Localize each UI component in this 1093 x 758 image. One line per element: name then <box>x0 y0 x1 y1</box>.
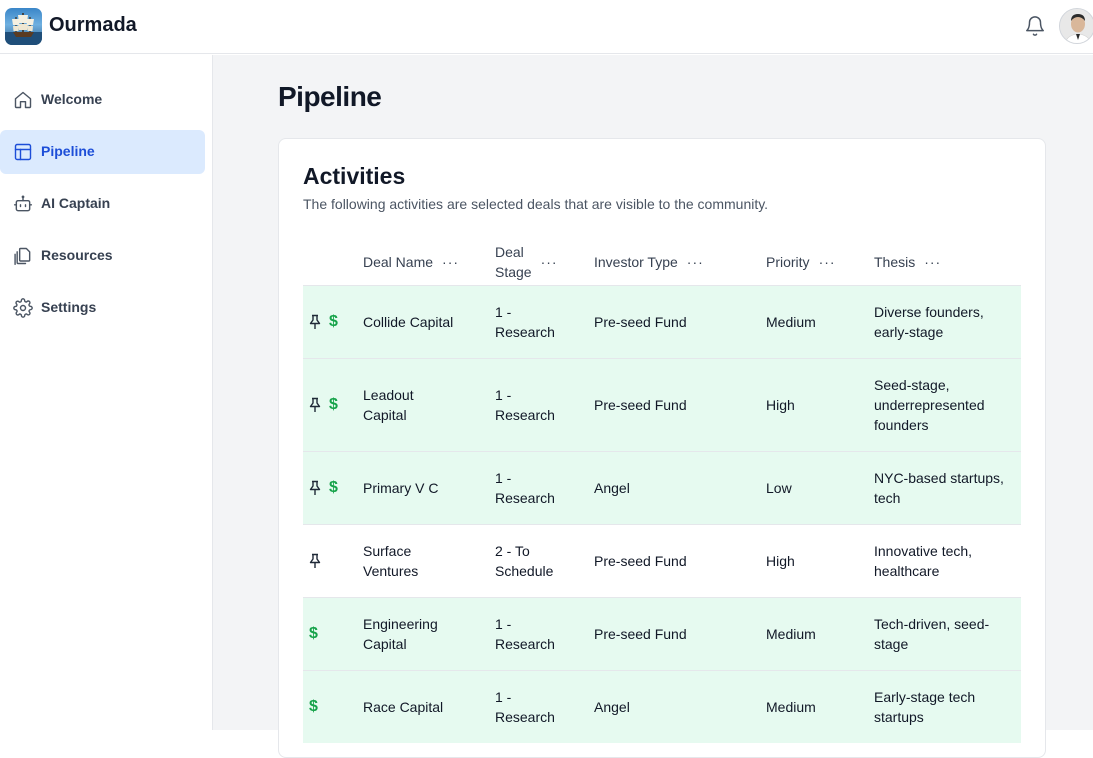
column-menu-icon[interactable]: ··· <box>687 254 704 270</box>
column-menu-icon[interactable]: ··· <box>541 252 558 272</box>
priority: Low <box>766 480 792 496</box>
thesis: Seed-stage, underrepresented founders <box>874 377 985 433</box>
thesis: Diverse founders, early-stage <box>874 304 984 340</box>
column-menu-icon[interactable]: ··· <box>924 254 941 270</box>
brand-name: Ourmada <box>49 14 137 36</box>
sidebar-item-label: Pipeline <box>41 143 95 159</box>
column-header-priority[interactable]: Priority ··· <box>766 241 836 283</box>
deal-name: Surface Ventures <box>363 543 419 579</box>
column-header-label: Deal Name <box>363 254 434 270</box>
thesis: Early-stage tech startups <box>874 689 976 725</box>
priority: Medium <box>766 314 816 330</box>
deal-name: Leadout Capital <box>363 387 414 423</box>
table-row[interactable]: $ Primary V C 1 - Research Angel Low NYC… <box>303 451 1021 524</box>
dollar-icon: $ <box>309 625 318 642</box>
deal-name: Race Capital <box>363 699 444 715</box>
investor-type: Pre-seed Fund <box>594 314 687 330</box>
sidebar-item-resources[interactable]: Resources <box>0 234 205 278</box>
column-header-label: Investor Type <box>594 254 678 270</box>
investor-type: Pre-seed Fund <box>594 397 687 413</box>
priority: Medium <box>766 699 816 715</box>
investor-type: Pre-seed Fund <box>594 626 687 642</box>
thesis: Innovative tech, healthcare <box>874 543 973 579</box>
column-menu-icon[interactable]: ··· <box>442 254 459 270</box>
deal-name: Primary V C <box>363 480 439 496</box>
column-header-label: Deal Stage <box>495 242 532 282</box>
column-header-deal-name[interactable]: Deal Name ··· <box>363 241 459 283</box>
column-header-label: Thesis <box>874 254 916 270</box>
sidebar-item-pipeline[interactable]: Pipeline <box>0 130 205 174</box>
ourmada-logo-icon[interactable] <box>5 8 42 45</box>
main-content: Pipeline Activities The following activi… <box>213 55 1093 758</box>
top-bar: Ourmada <box>0 0 1093 54</box>
pin-icon[interactable] <box>308 397 322 413</box>
sidebar-item-label: AI Captain <box>41 195 111 211</box>
column-header-label-line: Stage <box>495 264 532 280</box>
thesis: Tech-driven, seed-stage <box>874 616 990 652</box>
sidebar-item-label: Settings <box>41 299 97 315</box>
dollar-icon: $ <box>309 698 318 715</box>
column-header-label: Priority <box>766 254 810 270</box>
deal-name: Engineering Capital <box>363 616 438 652</box>
priority: High <box>766 553 795 569</box>
user-avatar[interactable] <box>1059 8 1093 44</box>
dollar-icon: $ <box>329 313 338 330</box>
column-header-label-line: Deal <box>495 244 524 260</box>
table-row[interactable]: $ Race Capital 1 - Research Angel Medium… <box>303 670 1021 743</box>
deal-stage: 1 - Research <box>495 387 555 423</box>
pin-icon[interactable] <box>308 314 322 330</box>
sidebar: Welcome Pipeline AI Captain Resources Se… <box>0 55 213 730</box>
investor-type: Angel <box>594 480 630 496</box>
column-header-investor-type[interactable]: Investor Type ··· <box>594 241 704 283</box>
priority: Medium <box>766 626 816 642</box>
column-header-thesis[interactable]: Thesis ··· <box>874 241 941 283</box>
column-header-deal-stage[interactable]: Deal Stage ··· <box>495 241 558 283</box>
sidebar-item-ai-captain[interactable]: AI Captain <box>0 182 205 226</box>
investor-type: Pre-seed Fund <box>594 553 687 569</box>
deal-stage: 1 - Research <box>495 470 555 506</box>
table-icon <box>13 142 33 162</box>
priority: High <box>766 397 795 413</box>
deal-stage: 1 - Research <box>495 304 555 340</box>
dollar-icon: $ <box>329 396 338 413</box>
page-title: Pipeline <box>278 81 382 112</box>
table-row[interactable]: Surface Ventures 2 - To Schedule Pre-see… <box>303 524 1021 597</box>
bell-icon[interactable] <box>1024 15 1046 37</box>
deal-stage: 2 - To Schedule <box>495 543 554 579</box>
documents-icon <box>13 246 33 266</box>
column-menu-icon[interactable]: ··· <box>819 254 836 270</box>
card-title: Activities <box>303 163 406 189</box>
deal-stage: 1 - Research <box>495 616 555 652</box>
pin-icon[interactable] <box>308 480 322 496</box>
robot-icon <box>13 194 33 214</box>
table-row[interactable]: $ Collide Capital 1 - Research Pre-seed … <box>303 285 1021 358</box>
sidebar-item-welcome[interactable]: Welcome <box>0 78 205 122</box>
table-row[interactable]: $ Leadout Capital 1 - Research Pre-seed … <box>303 358 1021 451</box>
investor-type: Angel <box>594 699 630 715</box>
home-icon <box>13 90 33 110</box>
card-subtitle: The following activities are selected de… <box>303 196 769 212</box>
deal-stage: 1 - Research <box>495 689 555 725</box>
sidebar-item-label: Welcome <box>41 91 103 107</box>
dollar-icon: $ <box>329 479 338 496</box>
thesis: NYC-based startups, tech <box>874 470 1004 506</box>
pin-icon[interactable] <box>308 553 322 569</box>
gear-icon <box>13 298 33 318</box>
sidebar-item-settings[interactable]: Settings <box>0 286 205 330</box>
sidebar-item-label: Resources <box>41 247 113 263</box>
deal-name: Collide Capital <box>363 314 454 330</box>
activities-card: Activities The following activities are … <box>278 138 1046 758</box>
table-row[interactable]: $ Engineering Capital 1 - Research Pre-s… <box>303 597 1021 670</box>
